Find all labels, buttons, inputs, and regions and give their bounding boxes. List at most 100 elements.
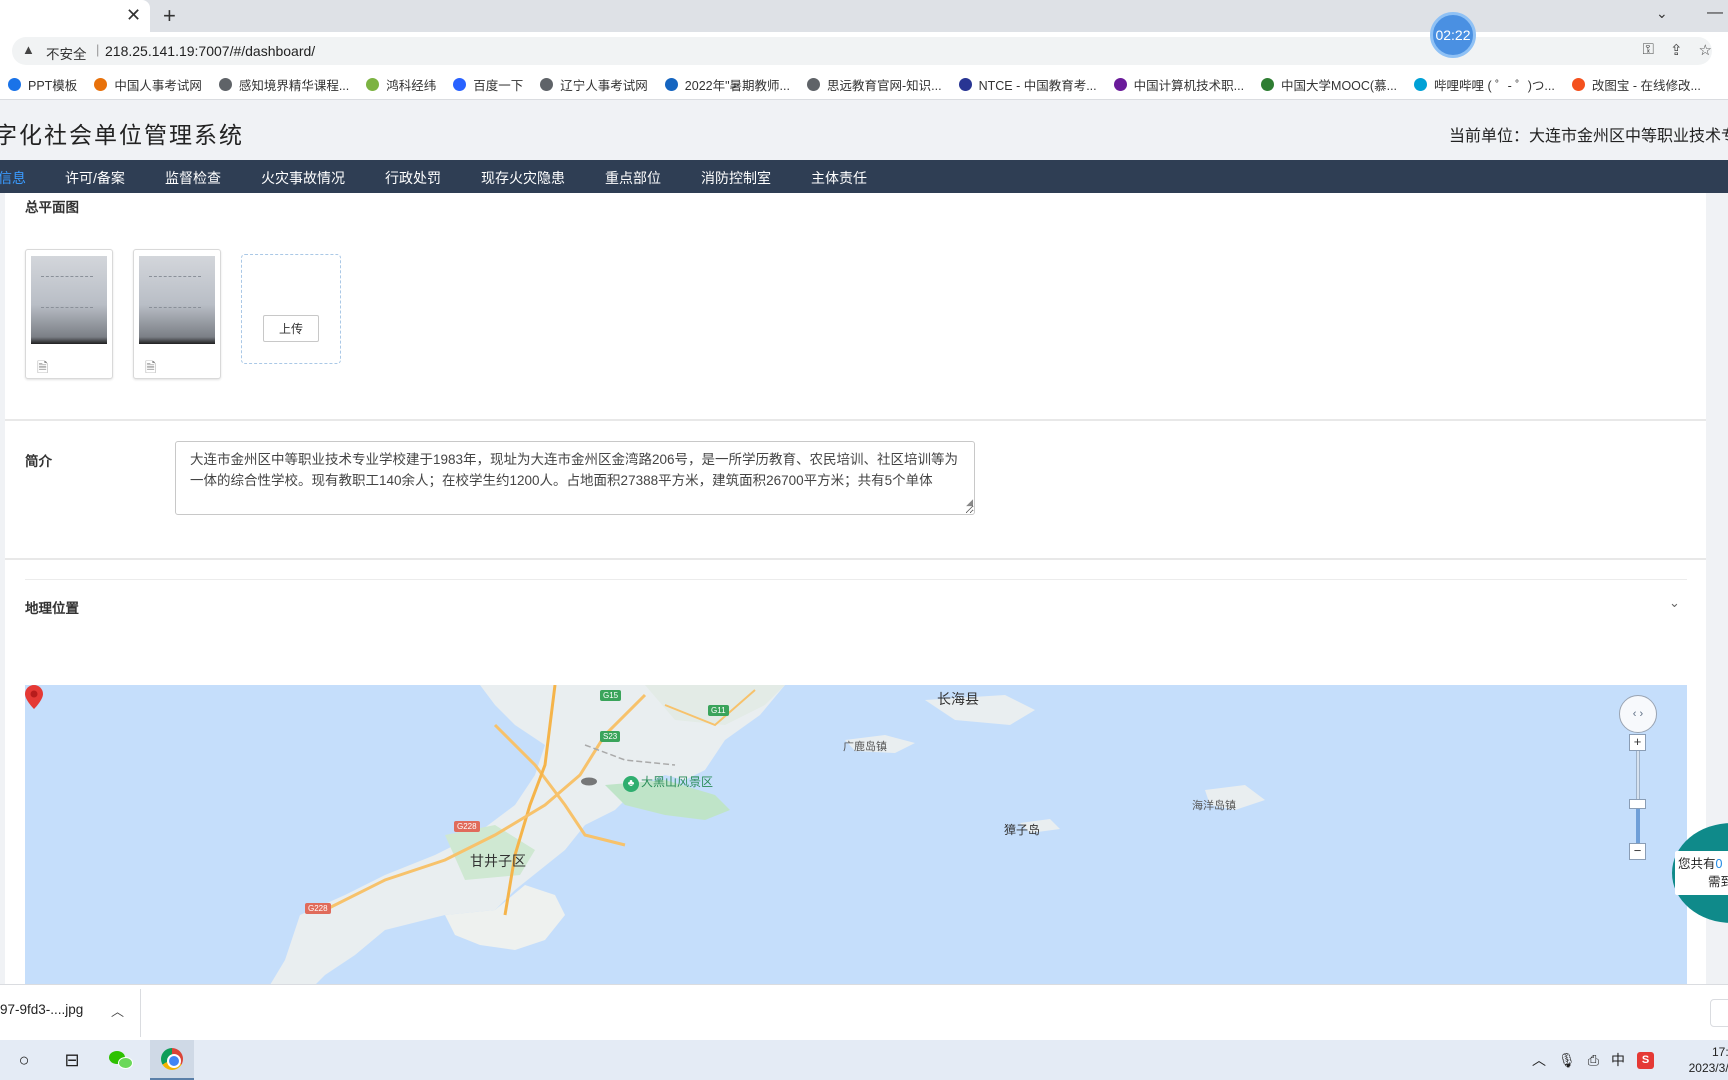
download-separator xyxy=(140,989,141,1037)
nav-item-inspection[interactable]: 监督检查 xyxy=(165,168,221,188)
tab-search-icon[interactable]: ⌄ xyxy=(1656,5,1668,22)
nav-item-fire-accidents[interactable]: 火灾事故情况 xyxy=(261,168,345,188)
plan-label: 总平面图 xyxy=(25,200,79,215)
file-icon[interactable]: 🗎 xyxy=(37,357,48,381)
zoom-out-button[interactable]: − xyxy=(1629,843,1646,860)
bookmark-favicon-icon xyxy=(540,78,554,91)
sogou-icon[interactable]: S xyxy=(1636,1051,1654,1069)
plan-image[interactable] xyxy=(31,256,107,344)
map-label-ganjingzi: 甘井子区 xyxy=(470,853,526,869)
bookmark-item[interactable]: NTCE - 中国教育考... xyxy=(958,75,1097,94)
new-tab-icon[interactable]: + xyxy=(163,3,176,29)
plan-thumbnail[interactable]: 🗎 xyxy=(133,249,221,379)
intro-text: 大连市金州区中等职业技术专业学校建于1983年，现址为大连市金州区金湾路206号… xyxy=(190,452,959,488)
upload-dropzone[interactable]: 上传 xyxy=(241,254,341,364)
bookmark-item[interactable]: 中国大学MOOC(慕... xyxy=(1261,75,1397,94)
clock[interactable]: 17:13 2023/3/22 xyxy=(1662,1044,1728,1076)
network-icon[interactable]: ⎙ xyxy=(1588,1052,1599,1069)
key-icon[interactable]: ⚿ xyxy=(1643,41,1654,59)
intro-textarea[interactable]: 大连市金州区中等职业技术专业学校建于1983年，现址为大连市金州区金湾路206号… xyxy=(175,441,975,515)
bookmark-item[interactable]: PPT模板 xyxy=(8,75,77,94)
show-all-button[interactable] xyxy=(1710,999,1728,1027)
nav-item-permit[interactable]: 许可/备案 xyxy=(65,168,125,188)
plan-thumbnail[interactable]: 🗎 xyxy=(25,249,113,379)
file-icon[interactable]: 🗎 xyxy=(145,357,156,381)
map-label-zhangzi: 獐子岛 xyxy=(1004,823,1041,837)
map-label-guanglu: 广鹿岛镇 xyxy=(843,741,887,753)
upload-button[interactable]: 上传 xyxy=(263,315,319,342)
bookmark-item[interactable]: 辽宁人事考试网 xyxy=(540,75,648,94)
map-label-dahei-text: 大黑山风景区 xyxy=(641,775,714,789)
bookmarks-bar: PPT模板 中国人事考试网 感知境界精华课程... 鸿科经纬 百度一下 辽宁人事考试网 20… xyxy=(0,70,1728,100)
bookmark-item[interactable]: 哔哩哔哩 ( ゜- ゜)つ... xyxy=(1414,75,1555,94)
close-tab-icon[interactable]: ✕ xyxy=(126,5,141,26)
map-pan-control[interactable]: ‹ › xyxy=(1619,695,1657,733)
bookmark-item[interactable]: 百度一下 xyxy=(453,75,523,94)
bookmark-favicon-icon xyxy=(1261,78,1275,91)
bookmark-label: 哔哩哔哩 ( ゜- ゜)つ... xyxy=(1434,79,1555,93)
nav-item-hazards[interactable]: 现存火灾隐患 xyxy=(481,168,565,188)
location-label: 地理位置 xyxy=(25,601,79,616)
bookmark-label: 感知境界精华课程... xyxy=(238,79,350,93)
task-view-icon[interactable]: ⊟ xyxy=(50,1040,94,1080)
browser-tab[interactable]: ✕ xyxy=(0,0,150,32)
bookmark-item[interactable]: 感知境界精华课程... xyxy=(218,75,350,94)
main-nav: 信息 许可/备案 监督检查 火灾事故情况 行政处罚 现存火灾隐患 重点部位 消防… xyxy=(0,160,1728,193)
chrome-logo xyxy=(161,1048,183,1070)
road-shield-s23: S23 xyxy=(600,731,621,742)
bookmark-label: 改图宝 - 在线修改... xyxy=(1591,79,1701,93)
resize-grip-icon[interactable]: ◢ xyxy=(966,492,973,513)
notice-card[interactable]: 您共有0 需到 xyxy=(1675,851,1728,895)
bookmark-favicon-icon xyxy=(958,78,972,91)
bookmark-item[interactable]: 2022年"暑期教师... xyxy=(664,75,790,94)
bookmark-item[interactable]: 改图宝 - 在线修改... xyxy=(1571,75,1701,94)
map-label-haiyang: 海洋岛镇 xyxy=(1192,800,1236,812)
chevron-up-icon[interactable]: ︿ xyxy=(111,1001,124,1020)
zoom-slider-handle[interactable] xyxy=(1629,799,1646,809)
intro-label: 简介 xyxy=(25,454,52,469)
bookmark-item[interactable]: 中国计算机技术职... xyxy=(1113,75,1244,94)
plan-image[interactable] xyxy=(139,256,215,344)
zoom-in-button[interactable]: + xyxy=(1629,734,1646,751)
star-icon[interactable]: ☆ xyxy=(1699,41,1712,59)
bookmark-label: 中国人事考试网 xyxy=(114,79,202,93)
download-bar: 97-9fd3-....jpg ︿ xyxy=(0,984,1728,1040)
nav-item-penalty[interactable]: 行政处罚 xyxy=(385,168,441,188)
search-circle-icon[interactable]: ○ xyxy=(2,1040,46,1080)
download-filename[interactable]: 97-9fd3-....jpg xyxy=(0,1002,83,1017)
security-label[interactable]: 不安全 xyxy=(46,43,87,63)
location-pin-icon[interactable] xyxy=(25,685,43,709)
bookmark-label: 中国大学MOOC(慕... xyxy=(1281,79,1398,93)
bookmark-item[interactable]: 中国人事考试网 xyxy=(94,75,202,94)
microphone-icon[interactable]: 🎙 xyxy=(1558,1052,1576,1069)
bookmark-favicon-icon xyxy=(806,78,820,91)
content-panel: 总平面图 🗎 🗎 上传 简介 大连市金州区中等职业技术专业学校建于1983年，现… xyxy=(5,193,1706,984)
wechat-logo xyxy=(109,1049,135,1071)
chrome-icon[interactable] xyxy=(150,1040,194,1080)
share-icon[interactable]: ⇪ xyxy=(1670,41,1683,59)
map-label-dahei: ♣ 大黑山风景区 xyxy=(623,773,713,792)
notice-line1: 您共有0 xyxy=(1678,855,1728,873)
input-method-label[interactable]: 中 xyxy=(1611,1050,1625,1070)
system-title: 字化社会单位管理系统 xyxy=(0,123,244,149)
road-shield-g228: G228 xyxy=(454,821,480,832)
bookmark-label: PPT模板 xyxy=(28,79,78,93)
url-text[interactable]: 218.25.141.19:7007/#/dashboard/ xyxy=(105,43,315,59)
bookmark-label: 2022年"暑期教师... xyxy=(684,79,790,93)
wechat-icon[interactable] xyxy=(100,1040,144,1080)
timer-bubble[interactable]: 02:22 xyxy=(1430,12,1476,58)
bookmark-favicon-icon xyxy=(1113,78,1127,91)
nav-item-key-areas[interactable]: 重点部位 xyxy=(605,168,661,188)
map[interactable]: G15 G11 S23 G228 G228 长海县 广鹿岛镇 海洋岛镇 獐子岛 … xyxy=(25,685,1687,984)
nav-item-responsibility[interactable]: 主体责任 xyxy=(811,168,867,188)
bookmark-item[interactable]: 鸿科经纬 xyxy=(366,75,436,94)
chevron-down-icon[interactable]: ⌄ xyxy=(1669,595,1680,611)
clock-time: 17:13 xyxy=(1711,1045,1728,1059)
bookmark-item[interactable]: 思远教育官网-知识... xyxy=(806,75,942,94)
road-shield-g11: G11 xyxy=(708,705,729,716)
minimize-icon[interactable]: — xyxy=(1707,4,1723,22)
nav-item-info[interactable]: 信息 xyxy=(0,168,26,188)
nav-item-control-room[interactable]: 消防控制室 xyxy=(701,168,771,188)
chevron-up-icon[interactable]: ︿ xyxy=(1532,1050,1546,1070)
road-shield-g228: G228 xyxy=(305,903,331,914)
